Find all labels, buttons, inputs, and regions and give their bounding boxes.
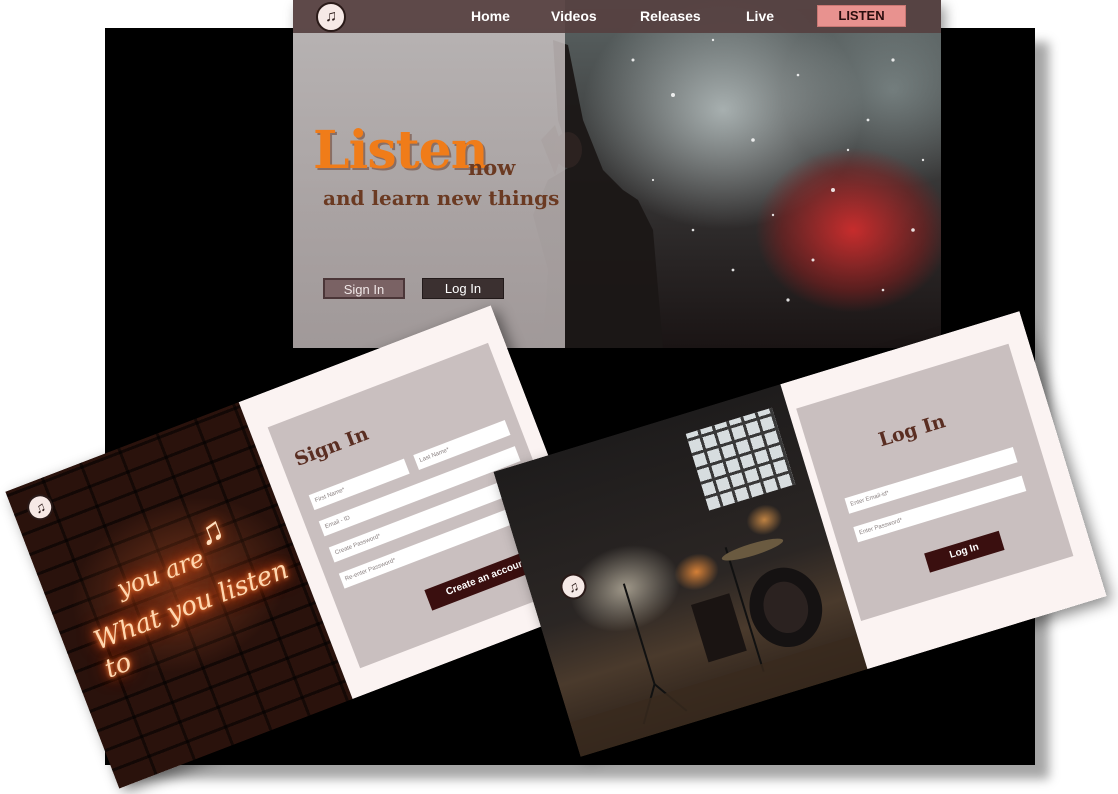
nav-link-live[interactable]: Live (746, 8, 774, 24)
log-in-submit-button[interactable]: Log In (924, 530, 1005, 573)
nav-link-videos[interactable]: Videos (551, 8, 597, 24)
sign-in-title: Sign In (291, 422, 372, 471)
hero-homepage-mockup: ♫ Home Videos Releases Live LISTEN Liste… (293, 0, 941, 348)
music-note-logo-icon[interactable]: ♫ (23, 490, 57, 525)
top-navbar: ♫ Home Videos Releases Live LISTEN (293, 0, 941, 33)
nav-link-releases[interactable]: Releases (640, 8, 701, 24)
hero-headline: Listen (313, 120, 489, 181)
sign-in-button[interactable]: Sign In (323, 278, 405, 299)
hero-headline-suffix: now (468, 155, 516, 180)
log-in-button[interactable]: Log In (422, 278, 504, 299)
hero-subheadline: and learn new things (323, 186, 560, 210)
nav-link-home[interactable]: Home (471, 8, 510, 24)
listen-cta-button[interactable]: LISTEN (817, 5, 906, 27)
log-in-title: Log In (875, 410, 949, 452)
music-note-logo-icon[interactable]: ♫ (316, 2, 346, 32)
